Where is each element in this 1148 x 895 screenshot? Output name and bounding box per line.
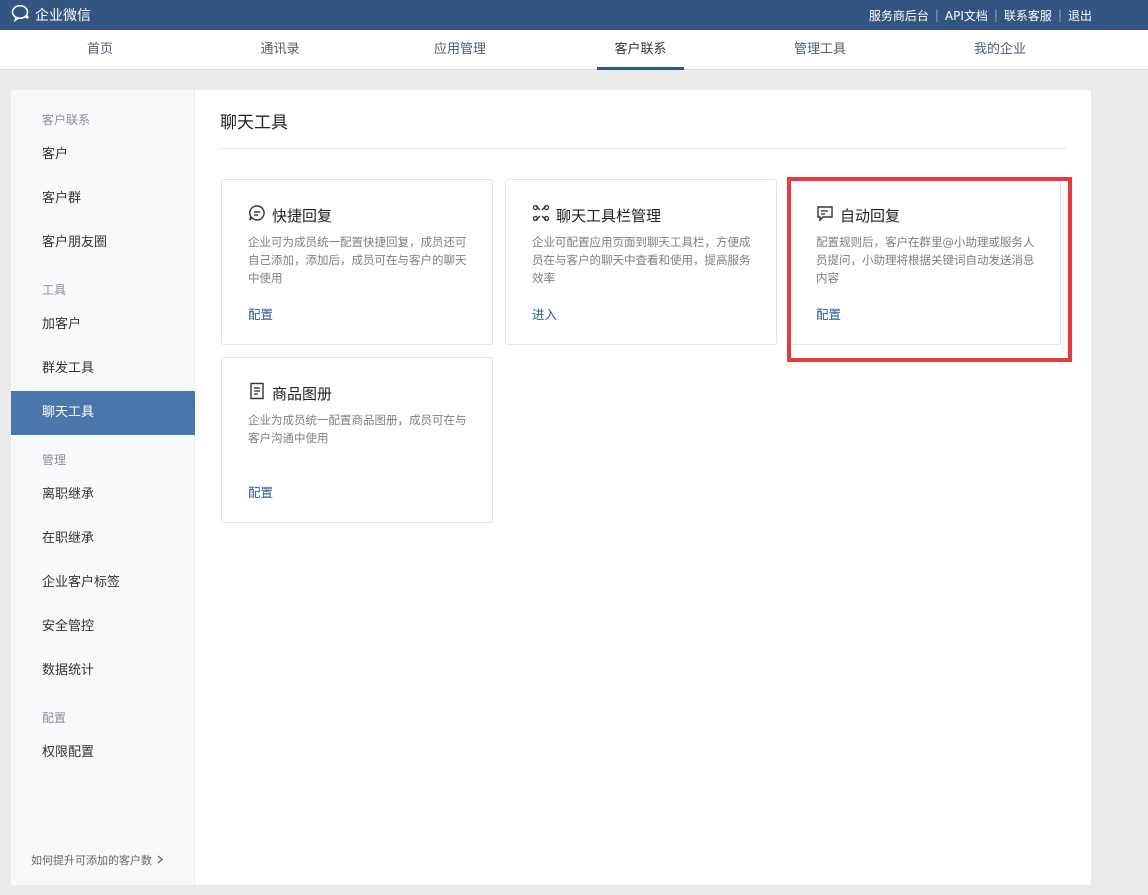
chat-bubble-icon	[248, 204, 272, 226]
card-title: 快捷回复	[272, 206, 333, 225]
sidebar-group-customer: 客户联系	[42, 113, 91, 127]
app-logo[interactable]: 企业微信	[11, 5, 91, 25]
increase-customer-limit-link[interactable]: 如何提升可添加的客户数	[31, 852, 164, 868]
auto-reply-icon	[816, 204, 840, 226]
main-nav: 首页 通讯录 应用管理 客户联系 管理工具 我的企业	[0, 30, 1148, 70]
sidebar-item-security[interactable]: 安全管控	[11, 605, 195, 649]
catalog-icon	[248, 382, 272, 404]
card-header: 自动回复	[816, 204, 900, 226]
sidebar-item-moments[interactable]: 客户朋友圈	[11, 221, 195, 265]
card-product-catalog: 商品图册 企业为成员统一配置商品图册，成员可在与客户沟通中使用 配置	[221, 357, 493, 523]
sidebar-group-manage: 管理	[42, 453, 67, 467]
enter-toolbar-management-link[interactable]: 进入	[532, 304, 557, 323]
top-bar: 企业微信 服务商后台 | API文档 | 联系客服 | 退出	[0, 0, 1148, 30]
sidebar: 客户联系 客户 客户群 客户朋友圈 工具 加客户 群发工具 聊天工具 管理 离职…	[11, 90, 195, 885]
separator: |	[934, 8, 939, 22]
wecom-logo-icon	[11, 4, 35, 26]
nav-my-company[interactable]: 我的企业	[960, 30, 1040, 70]
card-description: 企业可配置应用页面到聊天工具栏，方便成员在与客户的聊天中查看和使用，提高服务效率	[532, 235, 751, 285]
sidebar-item-mass-send[interactable]: 群发工具	[11, 347, 195, 391]
chevron-right-icon	[156, 854, 164, 867]
nav-management-tools[interactable]: 管理工具	[780, 30, 860, 70]
card-description: 配置规则后，客户在群里@小助理或服务人员提问，小助理将根据关键词自动发送消息内容	[816, 235, 1035, 285]
nav-customer-contact[interactable]: 客户联系	[597, 30, 684, 70]
sidebar-item-customer[interactable]: 客户	[11, 133, 195, 177]
top-links: 服务商后台 | API文档 | 联系客服 | 退出	[869, 0, 1092, 30]
contact-support-link[interactable]: 联系客服	[1004, 7, 1052, 24]
sidebar-group-tools: 工具	[42, 283, 67, 297]
content-area: 聊天工具 快捷回复 企业可为成员统一配置快捷回复，成员还可自己添加，添加后，成员…	[195, 90, 1091, 885]
sidebar-item-chat-tools[interactable]: 聊天工具	[11, 391, 195, 435]
card-description: 企业为成员统一配置商品图册，成员可在与客户沟通中使用	[248, 413, 467, 445]
api-docs-link[interactable]: API文档	[945, 7, 988, 24]
title-divider	[220, 148, 1066, 149]
card-toolbar-management: 聊天工具栏管理 企业可配置应用页面到聊天工具栏，方便成员在与客户的聊天中查看和使…	[505, 179, 777, 345]
toolbar-grid-icon	[532, 204, 556, 226]
sidebar-item-tags[interactable]: 企业客户标签	[11, 561, 195, 605]
main-panel: 客户联系 客户 客户群 客户朋友圈 工具 加客户 群发工具 聊天工具 管理 离职…	[11, 90, 1091, 885]
separator: |	[1057, 8, 1062, 22]
card-header: 商品图册	[248, 382, 332, 404]
sidebar-item-resign-inherit[interactable]: 离职继承	[11, 473, 195, 517]
card-description: 企业可为成员统一配置快捷回复，成员还可自己添加，添加后，成员可在与客户的聊天中使…	[248, 235, 467, 285]
separator: |	[993, 8, 998, 22]
service-provider-link[interactable]: 服务商后台	[869, 7, 929, 24]
sidebar-item-customer-group[interactable]: 客户群	[11, 177, 195, 221]
nav-app-management[interactable]: 应用管理	[420, 30, 500, 70]
card-header: 聊天工具栏管理	[532, 204, 661, 226]
card-title: 自动回复	[840, 206, 901, 225]
card-header: 快捷回复	[248, 204, 332, 226]
nav-contacts[interactable]: 通讯录	[240, 30, 320, 70]
page-title: 聊天工具	[220, 113, 288, 133]
sidebar-item-permission[interactable]: 权限配置	[11, 731, 195, 775]
sidebar-group-config: 配置	[42, 711, 67, 725]
configure-quick-reply-link[interactable]: 配置	[248, 304, 273, 323]
nav-home[interactable]: 首页	[60, 30, 140, 70]
card-title: 聊天工具栏管理	[556, 206, 662, 225]
configure-product-catalog-link[interactable]: 配置	[248, 482, 273, 501]
logout-link[interactable]: 退出	[1068, 7, 1092, 24]
sidebar-item-stats[interactable]: 数据统计	[11, 649, 195, 693]
footer-link-label: 如何提升可添加的客户数	[31, 854, 152, 867]
card-auto-reply: 自动回复 配置规则后，客户在群里@小助理或服务人员提问，小助理将根据关键词自动发…	[789, 179, 1061, 345]
app-title: 企业微信	[35, 8, 91, 24]
configure-auto-reply-link[interactable]: 配置	[816, 304, 841, 323]
sidebar-item-add-customer[interactable]: 加客户	[11, 303, 195, 347]
card-title: 商品图册	[272, 384, 333, 403]
sidebar-item-onjob-inherit[interactable]: 在职继承	[11, 517, 195, 561]
card-quick-reply: 快捷回复 企业可为成员统一配置快捷回复，成员还可自己添加，添加后，成员可在与客户…	[221, 179, 493, 345]
